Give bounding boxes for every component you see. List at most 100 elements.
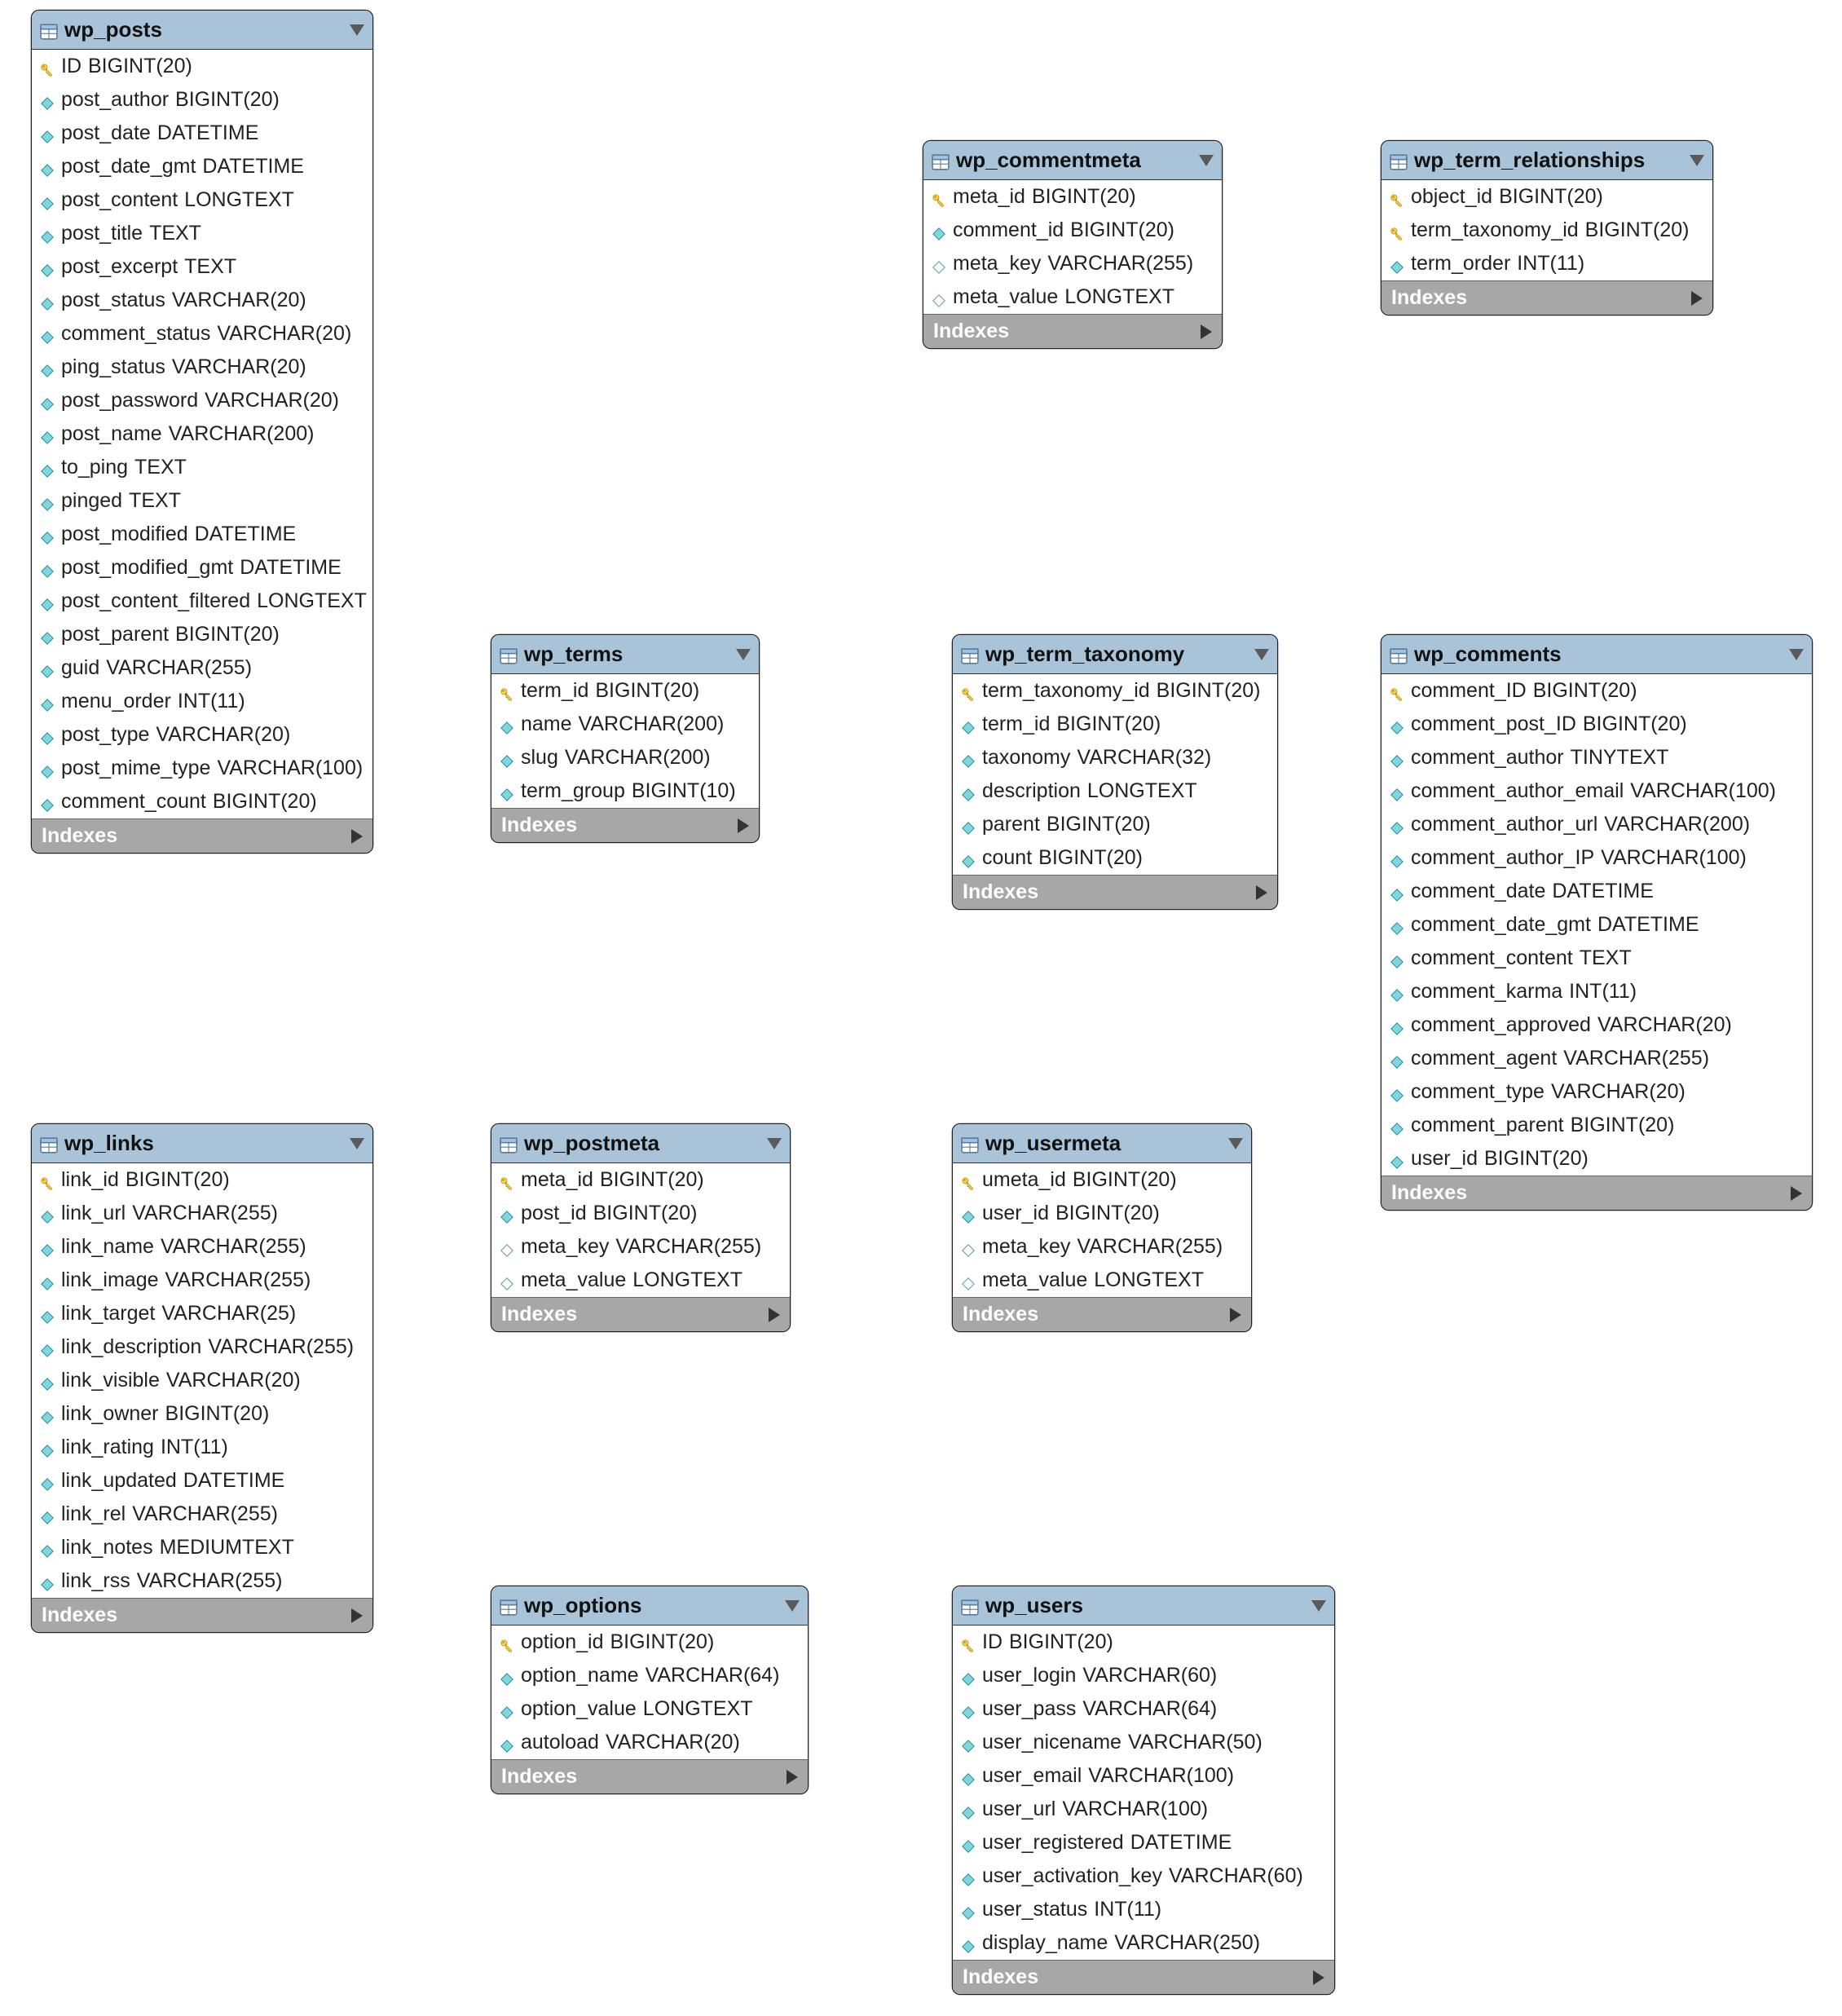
table-wp_links[interactable]: wp_linkslink_id BIGINT(20)link_url VARCH… — [31, 1123, 373, 1633]
column-row[interactable]: user_registered DATETIME — [953, 1826, 1334, 1859]
column-row[interactable]: post_type VARCHAR(20) — [32, 718, 372, 752]
collapse-arrow-icon[interactable] — [1311, 1600, 1326, 1612]
indexes-bar[interactable]: Indexes — [953, 875, 1277, 909]
table-wp_terms[interactable]: wp_termsterm_id BIGINT(20)name VARCHAR(2… — [491, 634, 760, 843]
column-row[interactable]: user_pass VARCHAR(64) — [953, 1692, 1334, 1726]
column-row[interactable]: user_login VARCHAR(60) — [953, 1659, 1334, 1692]
column-row[interactable]: comment_author TINYTEXT — [1382, 741, 1812, 774]
table-header[interactable]: wp_postmeta — [491, 1124, 790, 1163]
expand-arrow-icon[interactable] — [1201, 324, 1212, 339]
table-header[interactable]: wp_terms — [491, 635, 759, 674]
table-wp_term_relationships[interactable]: wp_term_relationshipsobject_id BIGINT(20… — [1381, 140, 1713, 315]
column-row[interactable]: comment_count BIGINT(20) — [32, 785, 372, 818]
table-header[interactable]: wp_users — [953, 1586, 1334, 1626]
column-row[interactable]: autoload VARCHAR(20) — [491, 1726, 808, 1759]
collapse-arrow-icon[interactable] — [736, 649, 751, 660]
column-row[interactable]: user_id BIGINT(20) — [953, 1197, 1251, 1230]
column-row[interactable]: comment_date DATETIME — [1382, 875, 1812, 908]
expand-arrow-icon[interactable] — [1313, 1970, 1324, 1985]
collapse-arrow-icon[interactable] — [1199, 155, 1214, 166]
expand-arrow-icon[interactable] — [1691, 291, 1703, 306]
collapse-arrow-icon[interactable] — [350, 24, 364, 36]
column-row[interactable]: link_image VARCHAR(255) — [32, 1264, 372, 1297]
expand-arrow-icon[interactable] — [738, 818, 749, 833]
column-row[interactable]: link_id BIGINT(20) — [32, 1163, 372, 1197]
column-row[interactable]: user_activation_key VARCHAR(60) — [953, 1859, 1334, 1893]
column-row[interactable]: link_rel VARCHAR(255) — [32, 1498, 372, 1531]
column-row[interactable]: user_nicename VARCHAR(50) — [953, 1726, 1334, 1759]
table-wp_users[interactable]: wp_usersID BIGINT(20)user_login VARCHAR(… — [952, 1586, 1335, 1995]
expand-arrow-icon[interactable] — [1791, 1186, 1802, 1201]
column-row[interactable]: ping_status VARCHAR(20) — [32, 351, 372, 384]
column-row[interactable]: description LONGTEXT — [953, 774, 1277, 808]
column-row[interactable]: option_id BIGINT(20) — [491, 1626, 808, 1659]
expand-arrow-icon[interactable] — [1256, 885, 1267, 900]
column-row[interactable]: term_taxonomy_id BIGINT(20) — [953, 674, 1277, 708]
column-row[interactable]: meta_value LONGTEXT — [953, 1264, 1251, 1297]
indexes-bar[interactable]: Indexes — [1382, 280, 1712, 315]
table-header[interactable]: wp_term_taxonomy — [953, 635, 1277, 674]
column-row[interactable]: meta_key VARCHAR(255) — [491, 1230, 790, 1264]
column-row[interactable]: post_parent BIGINT(20) — [32, 618, 372, 651]
collapse-arrow-icon[interactable] — [1690, 155, 1704, 166]
table-header[interactable]: wp_options — [491, 1586, 808, 1626]
table-wp_comments[interactable]: wp_commentscomment_ID BIGINT(20) comment_… — [1381, 634, 1813, 1211]
expand-arrow-icon[interactable] — [351, 829, 363, 844]
column-row[interactable]: term_group BIGINT(10) — [491, 774, 759, 808]
collapse-arrow-icon[interactable] — [767, 1138, 782, 1149]
column-row[interactable]: comment_approved VARCHAR(20) — [1382, 1008, 1812, 1042]
expand-arrow-icon[interactable] — [787, 1770, 798, 1784]
column-row[interactable]: comment_ID BIGINT(20) — [1382, 674, 1812, 708]
column-row[interactable]: name VARCHAR(200) — [491, 708, 759, 741]
column-row[interactable]: link_description VARCHAR(255) — [32, 1330, 372, 1364]
indexes-bar[interactable]: Indexes — [491, 1759, 808, 1793]
column-row[interactable]: comment_author_url VARCHAR(200) — [1382, 808, 1812, 841]
column-row[interactable]: ID BIGINT(20) — [953, 1626, 1334, 1659]
column-row[interactable]: slug VARCHAR(200) — [491, 741, 759, 774]
column-row[interactable]: meta_key VARCHAR(255) — [953, 1230, 1251, 1264]
column-row[interactable]: post_date_gmt DATETIME — [32, 150, 372, 183]
column-row[interactable]: guid VARCHAR(255) — [32, 651, 372, 685]
column-row[interactable]: term_order INT(11) — [1382, 247, 1712, 280]
column-row[interactable]: meta_key VARCHAR(255) — [923, 247, 1222, 280]
table-header[interactable]: wp_links — [32, 1124, 372, 1163]
column-row[interactable]: post_modified_gmt DATETIME — [32, 551, 372, 585]
column-row[interactable]: comment_author_email VARCHAR(100) — [1382, 774, 1812, 808]
column-row[interactable]: post_status VARCHAR(20) — [32, 284, 372, 317]
column-row[interactable]: link_url VARCHAR(255) — [32, 1197, 372, 1230]
table-wp_term_taxonomy[interactable]: wp_term_taxonomyterm_taxonomy_id BIGINT(… — [952, 634, 1278, 910]
indexes-bar[interactable]: Indexes — [1382, 1176, 1812, 1210]
column-row[interactable]: object_id BIGINT(20) — [1382, 180, 1712, 214]
column-row[interactable]: post_content_filtered LONGTEXT — [32, 585, 372, 618]
column-row[interactable]: link_visible VARCHAR(20) — [32, 1364, 372, 1397]
column-row[interactable]: option_value LONGTEXT — [491, 1692, 808, 1726]
column-row[interactable]: user_id BIGINT(20) — [1382, 1142, 1812, 1176]
column-row[interactable]: parent BIGINT(20) — [953, 808, 1277, 841]
column-row[interactable]: option_name VARCHAR(64) — [491, 1659, 808, 1692]
expand-arrow-icon[interactable] — [1230, 1308, 1241, 1322]
column-row[interactable]: post_date DATETIME — [32, 117, 372, 150]
column-row[interactable]: link_target VARCHAR(25) — [32, 1297, 372, 1330]
table-wp_usermeta[interactable]: wp_usermetaumeta_id BIGINT(20)user_id BI… — [952, 1123, 1252, 1332]
column-row[interactable]: link_name VARCHAR(255) — [32, 1230, 372, 1264]
indexes-bar[interactable]: Indexes — [32, 1598, 372, 1632]
column-row[interactable]: meta_value LONGTEXT — [491, 1264, 790, 1297]
column-row[interactable]: comment_type VARCHAR(20) — [1382, 1075, 1812, 1109]
column-row[interactable]: term_id BIGINT(20) — [953, 708, 1277, 741]
column-row[interactable]: user_email VARCHAR(100) — [953, 1759, 1334, 1793]
column-row[interactable]: user_status INT(11) — [953, 1893, 1334, 1926]
collapse-arrow-icon[interactable] — [1228, 1138, 1243, 1149]
indexes-bar[interactable]: Indexes — [491, 808, 759, 842]
column-row[interactable]: meta_value LONGTEXT — [923, 280, 1222, 314]
expand-arrow-icon[interactable] — [351, 1608, 363, 1623]
table-header[interactable]: wp_usermeta — [953, 1124, 1251, 1163]
column-row[interactable]: link_notes MEDIUMTEXT — [32, 1531, 372, 1564]
collapse-arrow-icon[interactable] — [1254, 649, 1269, 660]
column-row[interactable]: meta_id BIGINT(20) — [923, 180, 1222, 214]
table-wp_posts[interactable]: wp_postsID BIGINT(20)post_author BIGINT(… — [31, 10, 373, 854]
column-row[interactable]: post_id BIGINT(20) — [491, 1197, 790, 1230]
column-row[interactable]: term_id BIGINT(20) — [491, 674, 759, 708]
column-row[interactable]: link_updated DATETIME — [32, 1464, 372, 1498]
collapse-arrow-icon[interactable] — [785, 1600, 800, 1612]
table-header[interactable]: wp_comments — [1382, 635, 1812, 674]
